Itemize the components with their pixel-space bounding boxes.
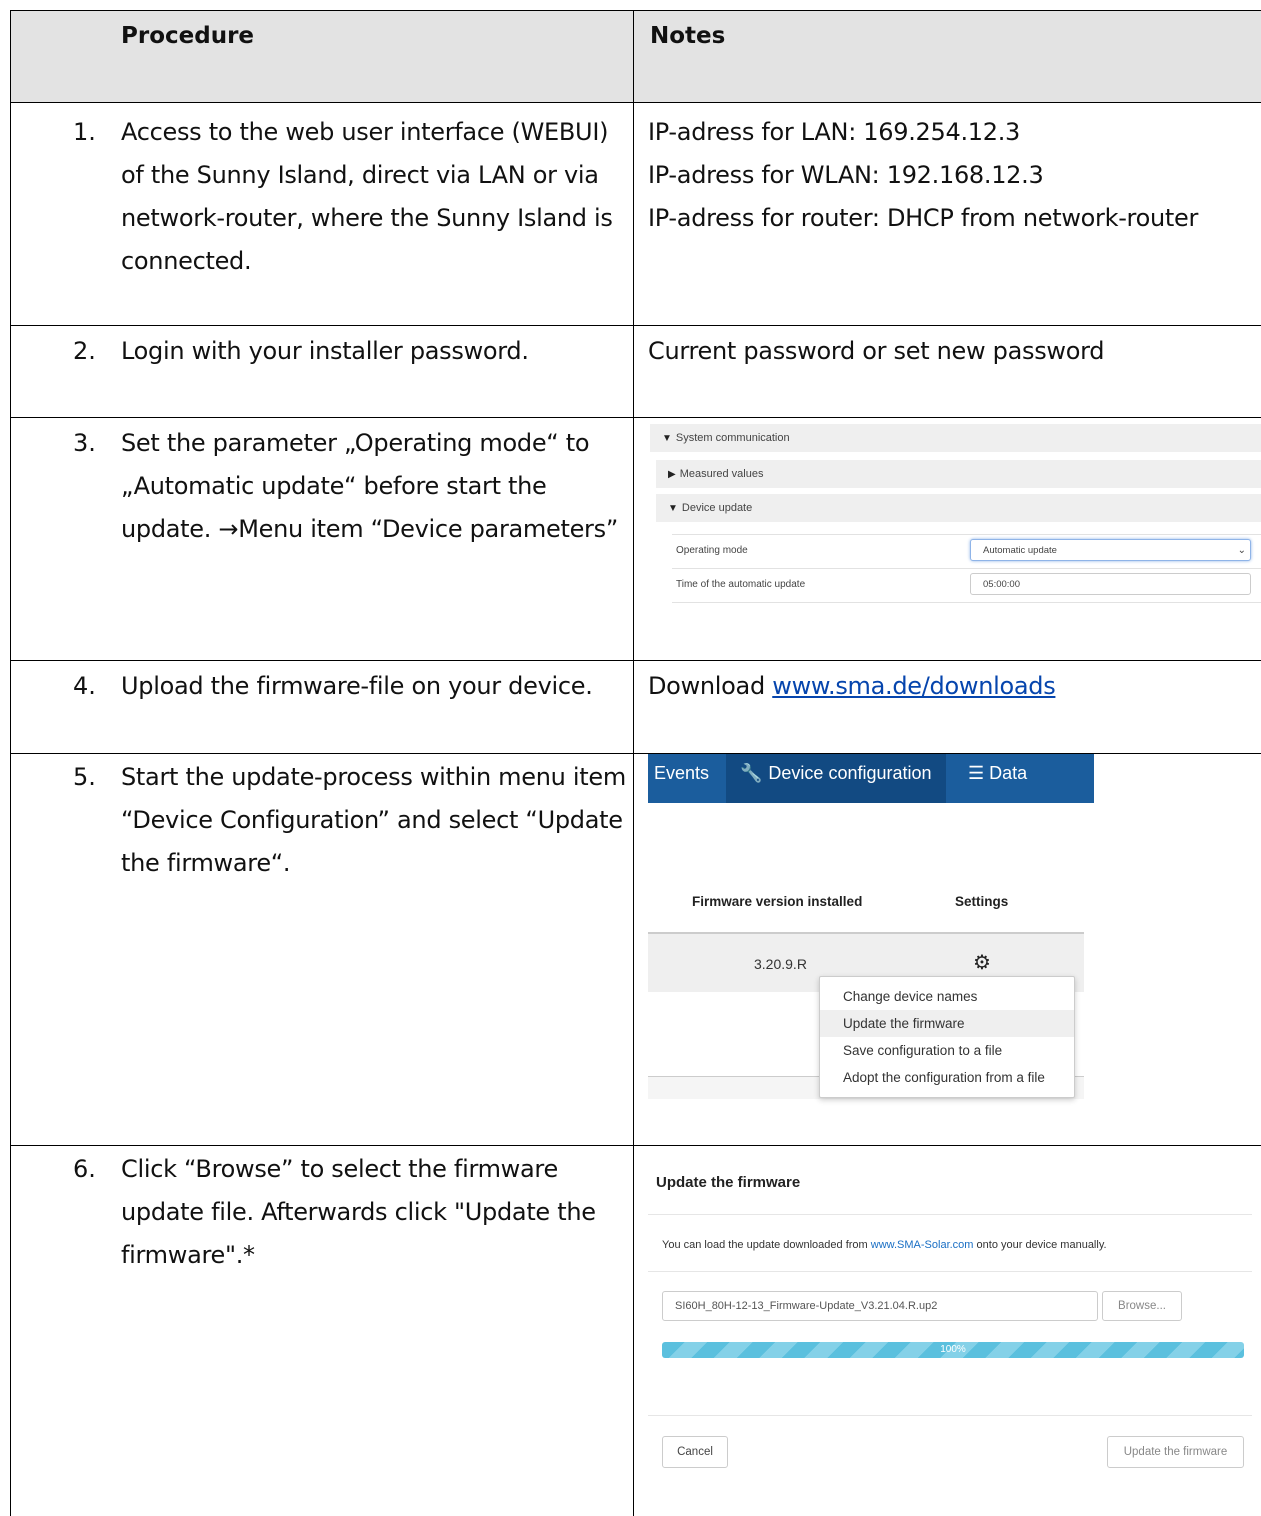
update-firmware-button[interactable]: Update the firmware xyxy=(1107,1436,1244,1468)
progress-label: 100% xyxy=(940,1344,966,1355)
upload-progress-bar: 100% xyxy=(662,1342,1244,1358)
menu-item-save-configuration[interactable]: Save configuration to a file xyxy=(820,1037,1074,1064)
chevron-right-icon: ▶ xyxy=(668,469,676,480)
table-row-step-2: 2. Login with your installer password. C… xyxy=(10,326,1261,418)
database-icon: ☰ xyxy=(968,763,985,783)
nav-label: Device configuration xyxy=(768,763,932,783)
section-label: Measured values xyxy=(679,468,764,480)
table-row-step-3: 3. Set the parameter „Operating mode“ to… xyxy=(10,418,1261,661)
update-time-input[interactable]: 05:00:00 xyxy=(970,573,1251,595)
menu-item-change-device-names[interactable]: Change device names xyxy=(820,983,1074,1010)
table-row-step-1: 1. Access to the web user interface (WEB… xyxy=(10,103,1261,326)
procedure-table: Procedure Notes 1. Access to the web use… xyxy=(10,10,1261,1516)
divider xyxy=(648,1214,1252,1215)
dialog-description: You can load the update downloaded from … xyxy=(662,1239,1107,1251)
section-label: Device update xyxy=(681,502,753,514)
divider xyxy=(648,1415,1252,1416)
chevron-down-icon: ▼ xyxy=(668,503,678,514)
menu-item-adopt-configuration[interactable]: Adopt the configuration from a file xyxy=(820,1064,1074,1091)
header-procedure-cell: Procedure xyxy=(10,11,634,102)
operating-mode-row: Operating mode Automatic update ⌄ xyxy=(672,534,1261,568)
header-notes-cell: Notes xyxy=(634,11,1261,102)
note-line: Download www.sma.de/downloads xyxy=(648,665,1056,708)
measured-values-section[interactable]: ▶ Measured values xyxy=(656,460,1261,488)
cancel-button[interactable]: Cancel xyxy=(662,1436,728,1468)
note-line: IP-adress for LAN: 169.254.12.3 xyxy=(648,118,1021,146)
step-text: Upload the firmware-file on your device. xyxy=(121,672,593,700)
step-4-notes: Download www.sma.de/downloads xyxy=(634,661,1261,753)
settings-dropdown-menu: Change device names Update the firmware … xyxy=(819,976,1075,1098)
nav-device-configuration[interactable]: 🔧 Device configuration xyxy=(726,754,946,803)
system-communication-section[interactable]: ▼ System communication xyxy=(650,424,1261,452)
step-2-notes: Current password or set new password xyxy=(634,326,1261,417)
step-6-screenshot: Update the firmware You can load the upd… xyxy=(634,1146,1261,1516)
top-nav: Events 🔧 Device configuration ☰ Data xyxy=(648,754,1094,803)
step-3-screenshot: ▼ System communication ▶ Measured values ▼… xyxy=(634,418,1261,660)
step-4-cell: 4. Upload the firmware-file on your devi… xyxy=(10,661,634,753)
step-text: Access to the web user interface (WEBUI)… xyxy=(121,118,613,275)
desc-text: You can load the update downloaded from xyxy=(662,1239,871,1251)
header-notes: Notes xyxy=(650,23,726,49)
step-1-cell: 1. Access to the web user interface (WEB… xyxy=(10,103,634,325)
step-number: 4. xyxy=(73,672,96,700)
chevron-down-icon: ▼ xyxy=(662,433,672,444)
step-2-cell: 2. Login with your installer password. xyxy=(10,326,634,417)
update-time-label: Time of the automatic update xyxy=(676,579,806,590)
divider xyxy=(648,1271,1252,1272)
step-5-cell: 5. Start the update-process within menu … xyxy=(10,754,634,1145)
downloads-link[interactable]: www.sma.de/downloads xyxy=(772,672,1055,700)
sma-solar-link[interactable]: www.SMA-Solar.com xyxy=(871,1239,974,1251)
nav-data[interactable]: ☰ Data xyxy=(960,754,1035,803)
step-number: 3. xyxy=(73,429,96,457)
note-line: IP-adress for router: DHCP from network-… xyxy=(648,204,1199,232)
wrench-icon: 🔧 xyxy=(740,763,763,783)
section-label: System communication xyxy=(675,432,790,444)
browse-button[interactable]: Browse... xyxy=(1102,1291,1182,1321)
chevron-down-icon: ⌄ xyxy=(1237,545,1246,556)
device-update-section[interactable]: ▼ Device update xyxy=(656,494,1261,522)
step-text: Start the update-process within menu ite… xyxy=(121,763,626,877)
step-number: 6. xyxy=(73,1155,96,1183)
header-procedure: Procedure xyxy=(121,23,255,49)
note-line: Current password or set new password xyxy=(648,337,1105,365)
desc-text: onto your device manually. xyxy=(973,1239,1107,1251)
step-3-cell: 3. Set the parameter „Operating mode“ to… xyxy=(10,418,634,660)
menu-item-update-firmware[interactable]: Update the firmware xyxy=(820,1010,1074,1037)
step-6-cell: 6. Click “Browse” to select the firmware… xyxy=(10,1146,634,1516)
step-number: 5. xyxy=(73,763,96,791)
table-header: Procedure Notes xyxy=(10,10,1261,103)
device-parameters-panel: ▼ System communication ▶ Measured values ▼… xyxy=(650,424,1261,603)
dialog-title: Update the firmware xyxy=(656,1174,801,1191)
step-text: Login with your installer password. xyxy=(121,337,529,365)
subsections: ▶ Measured values ▼ Device update Operatin… xyxy=(656,460,1261,603)
table-row-step-6: 6. Click “Browse” to select the firmware… xyxy=(10,1146,1261,1516)
nav-events[interactable]: Events xyxy=(648,754,715,803)
update-firmware-dialog: Update the firmware You can load the upd… xyxy=(648,1146,1252,1508)
firmware-file-input[interactable]: SI60H_80H-12-13_Firmware-Update_V3.21.04… xyxy=(662,1291,1098,1321)
device-configuration-panel: Events 🔧 Device configuration ☰ Data Firmw… xyxy=(648,754,1094,1099)
nav-label: Data xyxy=(989,763,1028,783)
step-text: Click “Browse” to select the firmware up… xyxy=(121,1155,596,1269)
select-value: Automatic update xyxy=(983,545,1057,556)
step-text: Set the parameter „Operating mode“ to „A… xyxy=(121,429,618,543)
step-number: 2. xyxy=(73,337,96,365)
update-time-row: Time of the automatic update 05:00:00 xyxy=(672,568,1261,603)
firmware-version: 3.20.9.R xyxy=(754,956,807,972)
step-5-screenshot: Events 🔧 Device configuration ☰ Data Firmw… xyxy=(634,754,1261,1145)
operating-mode-label: Operating mode xyxy=(676,545,748,556)
note-prefix: Download xyxy=(648,672,773,700)
note-line: IP-adress for WLAN: 192.168.12.3 xyxy=(648,161,1044,189)
step-1-notes: IP-adress for LAN: 169.254.12.3 IP-adres… xyxy=(634,103,1261,325)
operating-mode-select[interactable]: Automatic update ⌄ xyxy=(970,539,1251,561)
table-row-step-4: 4. Upload the firmware-file on your devi… xyxy=(10,661,1261,754)
input-value: 05:00:00 xyxy=(983,579,1020,590)
column-settings: Settings xyxy=(955,894,1009,909)
column-firmware-version: Firmware version installed xyxy=(692,894,863,909)
table-row-step-5: 5. Start the update-process within menu … xyxy=(10,754,1261,1146)
gear-icon[interactable]: ⚙ xyxy=(973,950,991,975)
step-number: 1. xyxy=(73,118,96,146)
